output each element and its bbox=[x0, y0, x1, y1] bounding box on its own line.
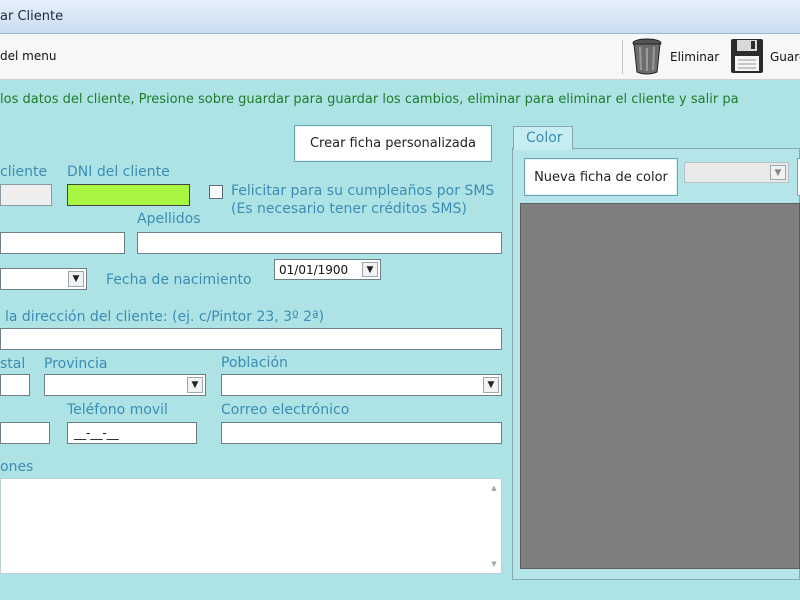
floppy-disk-icon bbox=[730, 38, 764, 77]
notes-label: ones bbox=[0, 459, 34, 475]
title-bar: ar Cliente bbox=[0, 0, 800, 34]
create-custom-sheet-button[interactable]: Crear ficha personalizada bbox=[294, 125, 492, 162]
client-code-field[interactable] bbox=[0, 184, 52, 206]
back-to-menu-button[interactable]: del menu bbox=[0, 49, 56, 63]
dni-label: DNI del cliente bbox=[67, 164, 170, 180]
chevron-down-icon[interactable]: ▼ bbox=[770, 165, 786, 180]
town-label: Población bbox=[221, 355, 288, 371]
sms-birthday-checkbox[interactable] bbox=[209, 185, 223, 199]
birthdate-picker[interactable]: 01/01/1900 ▼ bbox=[274, 259, 381, 280]
birthdate-value: 01/01/1900 bbox=[279, 263, 349, 277]
chevron-down-icon[interactable]: ▼ bbox=[362, 262, 378, 277]
name-field[interactable] bbox=[0, 232, 125, 254]
scroll-up-icon[interactable]: ▲ bbox=[489, 483, 499, 493]
postal-code-label: stal bbox=[0, 356, 26, 372]
color-select[interactable]: ▼ bbox=[684, 162, 789, 183]
email-label: Correo electrónico bbox=[221, 402, 350, 418]
sms-credits-note: (Es necesario tener créditos SMS) bbox=[231, 201, 467, 217]
client-code-label: cliente bbox=[0, 164, 48, 180]
delete-label: Eliminar bbox=[670, 50, 720, 64]
chevron-down-icon[interactable]: ▼ bbox=[483, 377, 499, 393]
chevron-down-icon[interactable]: ▼ bbox=[68, 271, 84, 287]
sms-checkbox-label: Felicitar para su cumpleaños por SMS bbox=[231, 183, 495, 199]
email-field[interactable] bbox=[221, 422, 502, 444]
address-label: la dirección del cliente: (ej. c/Pintor … bbox=[5, 309, 325, 325]
tab-color[interactable]: Color bbox=[513, 126, 573, 150]
window-title: ar Cliente bbox=[0, 9, 64, 24]
color-preview-panel bbox=[520, 203, 800, 569]
surname-label: Apellidos bbox=[137, 211, 201, 227]
surname-field[interactable] bbox=[137, 232, 502, 254]
province-label: Provincia bbox=[44, 356, 108, 372]
new-color-sheet-button[interactable]: Nueva ficha de color bbox=[524, 158, 678, 196]
delete-button[interactable]: Eliminar bbox=[630, 37, 719, 77]
toolbar-separator bbox=[622, 40, 623, 74]
birthdate-label: Fecha de nacimiento bbox=[106, 272, 252, 288]
scroll-down-icon[interactable]: ▼ bbox=[489, 559, 499, 569]
phone-field[interactable] bbox=[0, 422, 50, 444]
notes-textarea[interactable]: ▲ ▼ bbox=[0, 478, 502, 574]
address-field[interactable] bbox=[0, 328, 502, 350]
province-select[interactable]: ▼ bbox=[44, 374, 206, 396]
trash-icon bbox=[630, 37, 664, 78]
chevron-down-icon[interactable]: ▼ bbox=[187, 377, 203, 393]
info-message: los datos del cliente, Presione sobre gu… bbox=[0, 92, 739, 107]
mobile-mask: __-__-__ bbox=[74, 426, 119, 440]
mobile-label: Teléfono movil bbox=[67, 402, 168, 418]
save-label: Guarda bbox=[770, 50, 800, 64]
town-select[interactable]: ▼ bbox=[221, 374, 502, 396]
mobile-field[interactable]: __-__-__ bbox=[67, 422, 197, 444]
gender-select[interactable]: ▼ bbox=[0, 268, 87, 290]
save-button[interactable]: Guarda bbox=[730, 37, 800, 77]
postal-code-field[interactable] bbox=[0, 374, 30, 396]
dni-field[interactable] bbox=[67, 184, 190, 206]
toolbar: del menu Eliminar Guarda bbox=[0, 34, 800, 80]
